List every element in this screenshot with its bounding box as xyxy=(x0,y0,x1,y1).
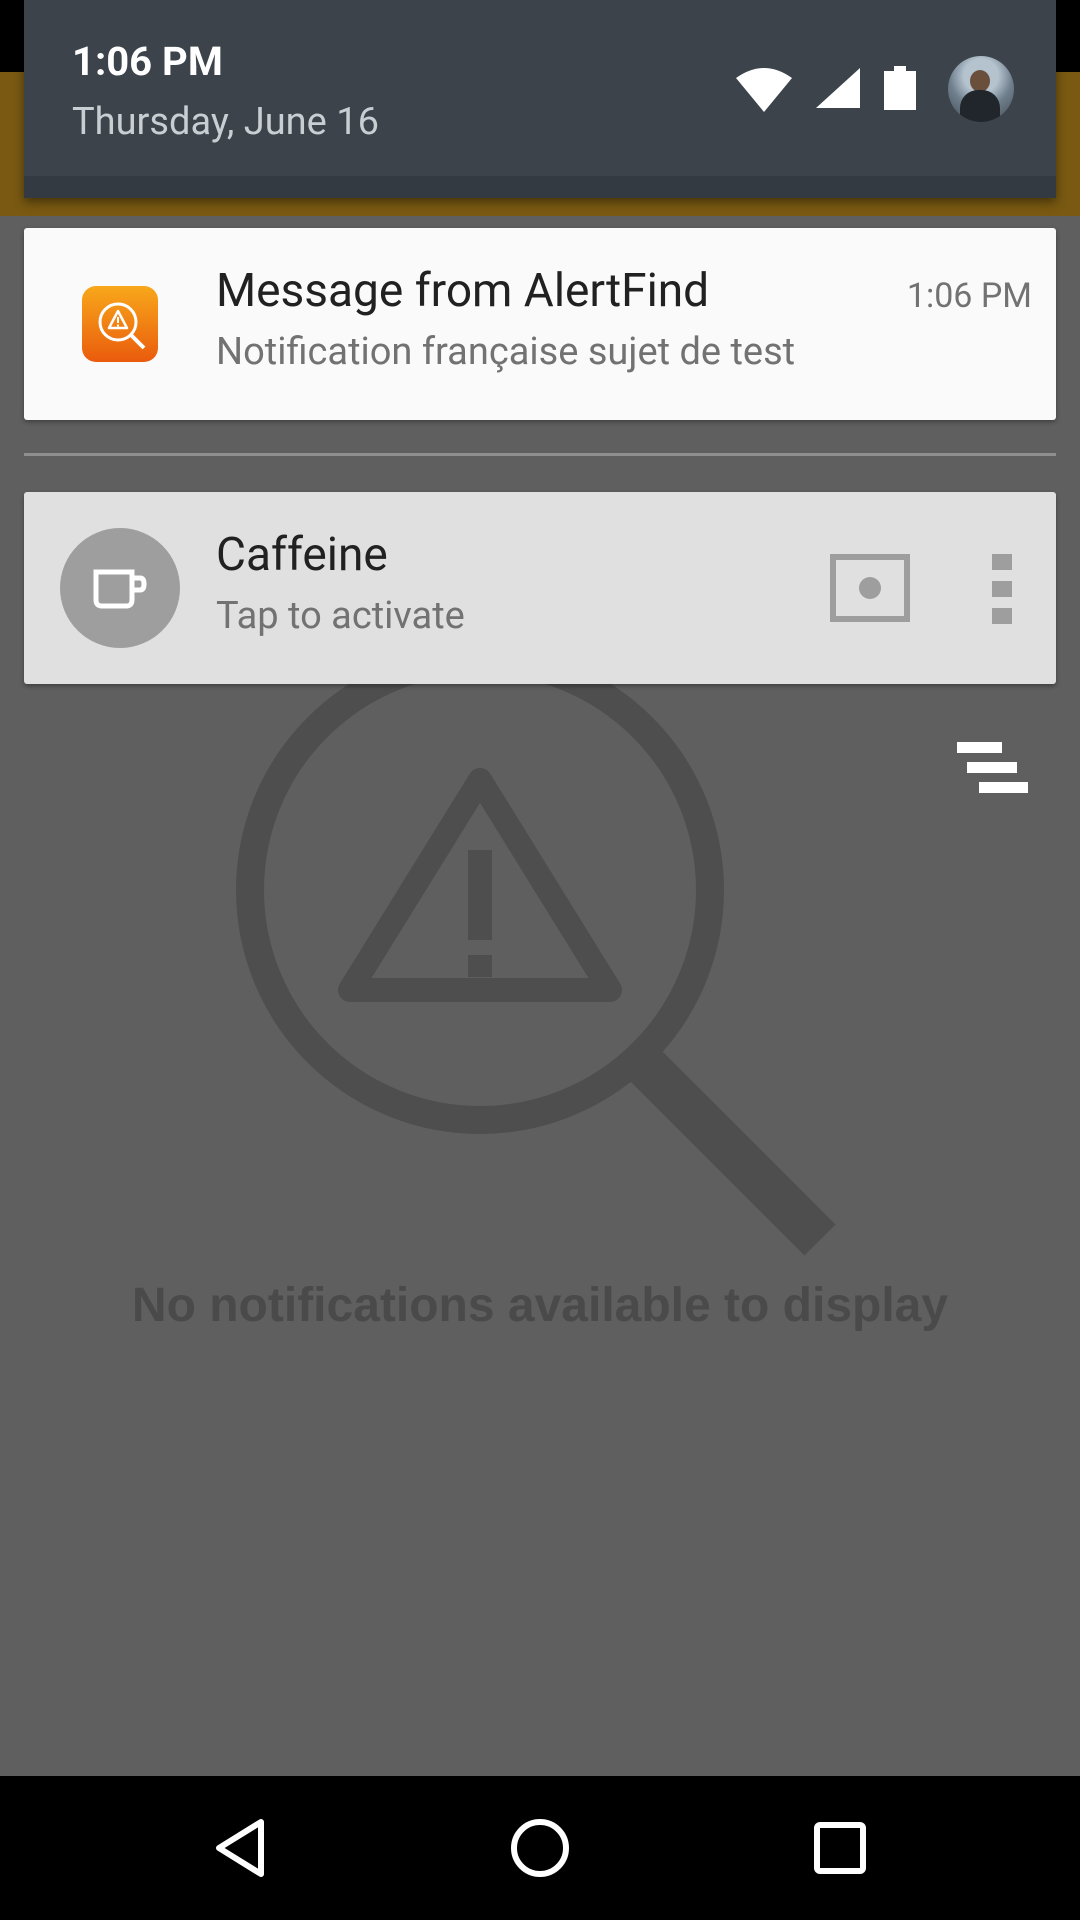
alert-search-icon xyxy=(236,670,836,1256)
cell-signal-icon xyxy=(816,68,860,108)
date[interactable]: Thursday, June 16 xyxy=(72,100,379,144)
notification-alertfind[interactable]: Message from AlertFind Notification fran… xyxy=(24,228,1056,420)
notification-title: Caffeine xyxy=(216,528,388,582)
coffee-cup-icon xyxy=(60,528,180,648)
status-icons xyxy=(736,56,1056,126)
home-icon[interactable] xyxy=(504,1812,576,1884)
recents-icon[interactable] xyxy=(804,1812,876,1884)
user-avatar[interactable] xyxy=(948,56,1014,122)
navigation-bar xyxy=(0,1776,1080,1920)
back-icon[interactable] xyxy=(205,1812,277,1884)
notification-text: Notification française sujet de test xyxy=(216,330,796,374)
battery-icon xyxy=(884,66,916,110)
wifi-icon xyxy=(736,68,792,112)
notification-text: Tap to activate xyxy=(216,594,465,638)
header-bottom-strip xyxy=(24,176,1056,198)
notification-divider xyxy=(24,453,1056,456)
screen-icon[interactable] xyxy=(830,554,910,622)
sort-icon[interactable] xyxy=(955,740,1030,796)
notification-shade-header: 1:06 PM Thursday, June 16 xyxy=(24,0,1056,198)
notification-title: Message from AlertFind xyxy=(216,264,710,318)
more-vert-icon[interactable] xyxy=(990,554,1014,624)
notification-caffeine[interactable]: Caffeine Tap to activate xyxy=(24,492,1056,684)
empty-state-message: No notifications available to display xyxy=(131,1279,949,1332)
notification-time: 1:06 PM xyxy=(906,276,1032,316)
clock: 1:06 PM xyxy=(72,38,223,85)
alertfind-icon xyxy=(82,286,158,362)
